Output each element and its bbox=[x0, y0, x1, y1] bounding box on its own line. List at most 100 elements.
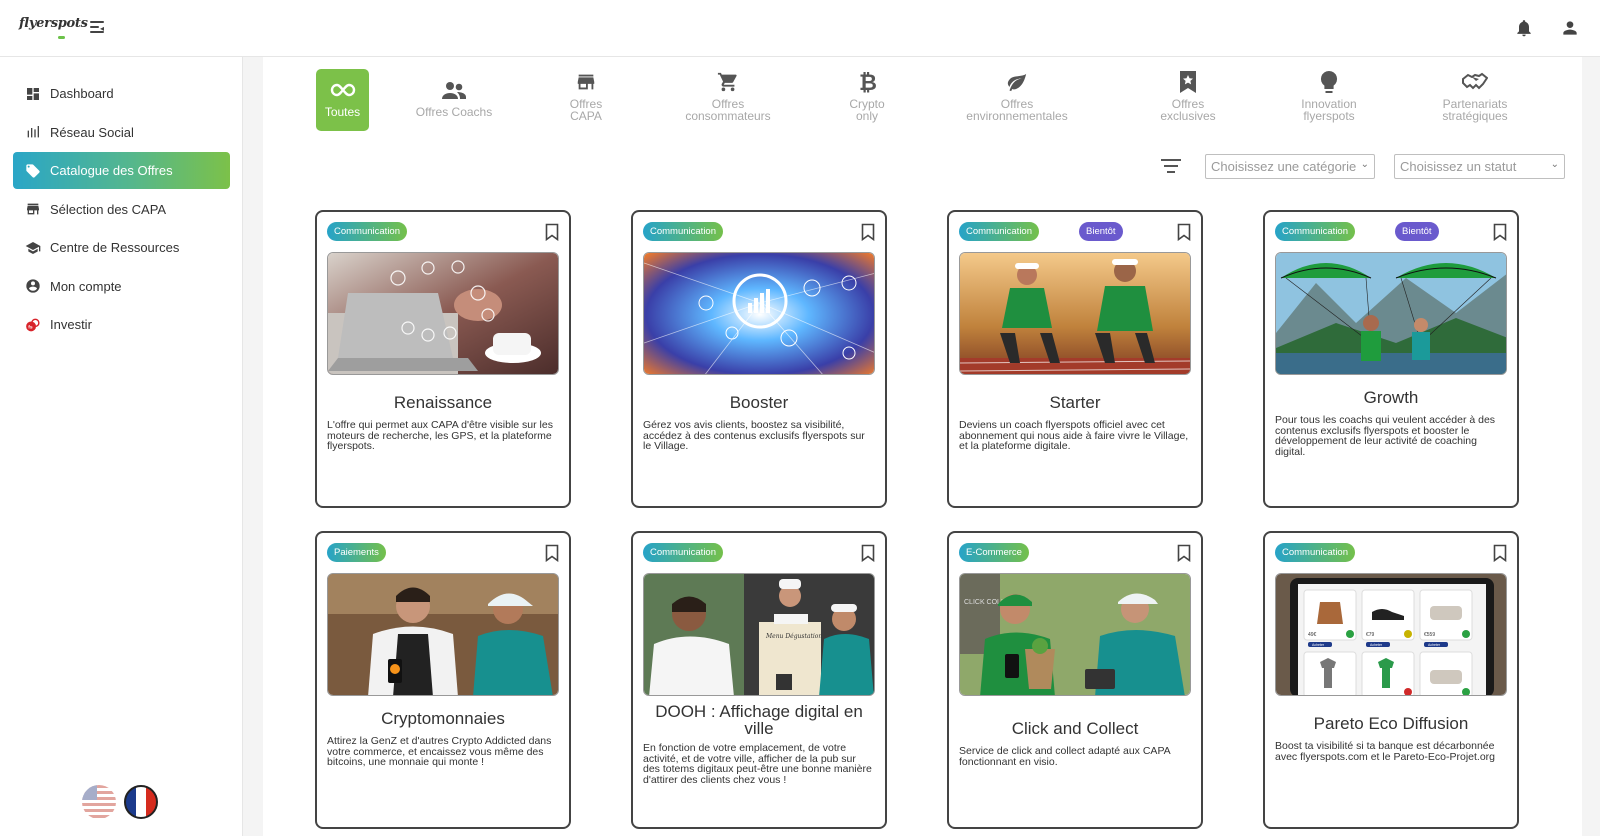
filters-bar: Choisissez une catégorie ⌄ Choisissez un… bbox=[263, 154, 1565, 180]
category-badge: Communication bbox=[643, 222, 723, 241]
sidebar-item-dashboard[interactable]: Dashboard bbox=[13, 75, 230, 112]
offer-title: Starter bbox=[1049, 393, 1101, 412]
sidebar-item-selection-capa[interactable]: Sélection des CAPA bbox=[13, 191, 230, 228]
offer-title: Growth bbox=[1363, 388, 1419, 407]
star-badge-icon bbox=[1178, 69, 1198, 95]
sidebar-item-mon-compte[interactable]: Mon compte bbox=[13, 268, 230, 305]
bookmark-icon[interactable] bbox=[545, 544, 559, 563]
offer-description: Pour tous les coachs qui veulent accéder… bbox=[1275, 414, 1496, 458]
account-circle-icon bbox=[24, 278, 41, 295]
scroll-gutter bbox=[1582, 57, 1600, 836]
tab-offres-capa[interactable]: Offres CAPA bbox=[566, 69, 606, 131]
offer-description: Boost ta visibilité si ta banque est déc… bbox=[1275, 740, 1496, 763]
filter-icon[interactable] bbox=[1161, 159, 1181, 173]
offer-description: Gérez vos avis clients, boostez sa visib… bbox=[643, 419, 865, 452]
category-select[interactable]: Choisissez une catégorie ⌄ bbox=[1205, 154, 1375, 179]
sidebar-nav: Dashboard Réseau Social Catalogue des Of… bbox=[13, 75, 230, 345]
tab-offres-consommateurs[interactable]: Offres consommateurs bbox=[676, 69, 780, 131]
bookmark-icon[interactable] bbox=[1493, 544, 1507, 563]
offer-title: Pareto Eco Diffusion bbox=[1313, 714, 1469, 733]
tab-toutes[interactable]: Toutes bbox=[316, 69, 369, 131]
category-badge: Paiements bbox=[327, 543, 386, 562]
offer-description: Service de click and collect adapté aux … bbox=[959, 745, 1171, 768]
store-icon bbox=[575, 69, 597, 95]
category-badge: Communication bbox=[327, 222, 407, 241]
logo-accent bbox=[58, 36, 65, 39]
category-badge: Communication bbox=[1275, 222, 1355, 241]
bookmark-icon[interactable] bbox=[1493, 223, 1507, 242]
offer-title: Booster bbox=[729, 393, 789, 412]
sidebar-item-centre-ressources[interactable]: Centre de Ressources bbox=[13, 229, 230, 266]
menu-collapse-icon[interactable]: ◂ bbox=[90, 20, 106, 34]
dashboard-icon bbox=[24, 85, 41, 102]
offer-card-booster[interactable]: Communication Booster Gérez vos avis cli… bbox=[631, 210, 887, 508]
bookmark-icon[interactable] bbox=[1177, 544, 1191, 563]
offer-thumbnail bbox=[959, 252, 1191, 375]
status-select[interactable]: Choisissez un statut ⌄ bbox=[1394, 154, 1565, 179]
chevron-down-icon: ⌄ bbox=[1550, 159, 1559, 170]
lightbulb-icon bbox=[1319, 69, 1339, 95]
tab-offres-exclusives[interactable]: Offres exclusives bbox=[1155, 69, 1221, 131]
category-badge: Communication bbox=[1275, 543, 1355, 562]
svg-text:€559: €559 bbox=[1424, 632, 1435, 638]
offer-description: Attirez la GenZ et d'autres Crypto Addic… bbox=[327, 735, 552, 768]
chevron-down-icon: ⌄ bbox=[1360, 159, 1369, 170]
offer-thumbnail bbox=[327, 252, 559, 375]
offer-card-growth[interactable]: Communication Bientôt Growth Pour tous l… bbox=[1263, 210, 1519, 508]
bookmark-icon[interactable] bbox=[545, 223, 559, 242]
svg-text:49€: 49€ bbox=[1308, 632, 1317, 638]
content-gutter bbox=[243, 57, 263, 836]
sidebar-item-label: Centre de Ressources bbox=[50, 240, 180, 255]
offer-card-pareto-eco-diffusion[interactable]: Communication 49€ €79 €559 Acheter Achet… bbox=[1263, 531, 1519, 829]
sidebar-item-investir[interactable]: fs Investir bbox=[13, 306, 230, 343]
store-icon bbox=[24, 201, 41, 218]
sidebar-item-catalogue[interactable]: Catalogue des Offres bbox=[13, 152, 230, 189]
offer-thumbnail: Menu Dégustation bbox=[643, 573, 875, 696]
main-content: Toutes Offres Coachs Offres CAPA Offres … bbox=[263, 57, 1565, 836]
flyerspots-logo[interactable]: flyerspots bbox=[19, 16, 88, 31]
offer-card-starter[interactable]: Communication Bientôt Starter Deviens un… bbox=[947, 210, 1203, 508]
offer-title: Renaissance bbox=[393, 393, 493, 412]
offer-card-cryptomonnaies[interactable]: Paiements Cryptomonnaies Attirez la GenZ… bbox=[315, 531, 571, 829]
social-icon bbox=[24, 124, 41, 141]
offer-title: DOOH : Affichage digital en ville bbox=[655, 702, 863, 738]
tab-innovation-flyerspots[interactable]: Innovation flyerspots bbox=[1295, 69, 1363, 131]
tab-offres-environnementales[interactable]: Offres environnementales bbox=[956, 69, 1078, 131]
tab-crypto-only[interactable]: ₿ Crypto only bbox=[845, 69, 889, 131]
leaf-icon bbox=[1006, 69, 1028, 95]
tab-offres-coachs[interactable]: Offres Coachs bbox=[411, 69, 497, 131]
offer-description: Deviens un coach flyerspots officiel ave… bbox=[959, 419, 1189, 452]
language-switcher bbox=[82, 785, 158, 819]
category-badge: Communication bbox=[959, 222, 1039, 241]
svg-text:fs: fs bbox=[28, 324, 33, 330]
user-icon[interactable] bbox=[1560, 18, 1580, 38]
sidebar-item-label: Dashboard bbox=[50, 86, 114, 101]
offer-card-renaissance[interactable]: Communication Renaissance L'offre qui pe… bbox=[315, 210, 571, 508]
flag-fr-icon[interactable] bbox=[124, 785, 158, 819]
top-bar: flyerspots ◂ bbox=[0, 0, 1600, 57]
category-badge: E-Commerce bbox=[959, 543, 1029, 562]
offer-title: Click and Collect bbox=[1011, 719, 1139, 738]
school-icon bbox=[24, 239, 41, 256]
bookmark-icon[interactable] bbox=[1177, 223, 1191, 242]
sidebar-item-reseau-social[interactable]: Réseau Social bbox=[13, 114, 230, 151]
bell-icon[interactable] bbox=[1514, 18, 1534, 38]
offer-description: En fonction de votre emplacement, de vot… bbox=[643, 742, 872, 786]
bookmark-icon[interactable] bbox=[861, 544, 875, 563]
svg-text:Acheter: Acheter bbox=[1312, 643, 1325, 647]
tab-partenariats-strategiques[interactable]: Partenariats stratégiques bbox=[1435, 69, 1515, 131]
offer-card-dooh[interactable]: Communication Menu Dégustation DOOH : Af… bbox=[631, 531, 887, 829]
sidebar-item-label: Investir bbox=[50, 317, 92, 332]
bookmark-icon[interactable] bbox=[861, 223, 875, 242]
offer-card-click-and-collect[interactable]: E-Commerce CLICK COLLECT Click and Colle… bbox=[947, 531, 1203, 829]
cart-icon bbox=[717, 69, 739, 95]
status-badge: Bientôt bbox=[1079, 222, 1123, 241]
offer-thumbnail: CLICK COLLECT bbox=[959, 573, 1191, 696]
offer-title: Cryptomonnaies bbox=[381, 709, 505, 728]
people-icon bbox=[442, 77, 466, 103]
offer-description: L'offre qui permet aux CAPA d'être visib… bbox=[327, 419, 553, 452]
flag-en-icon[interactable] bbox=[82, 785, 116, 819]
offer-thumbnail bbox=[327, 573, 559, 696]
infinity-icon bbox=[330, 77, 356, 103]
offer-thumbnail: 49€ €79 €559 Acheter Acheter Acheter bbox=[1275, 573, 1507, 696]
